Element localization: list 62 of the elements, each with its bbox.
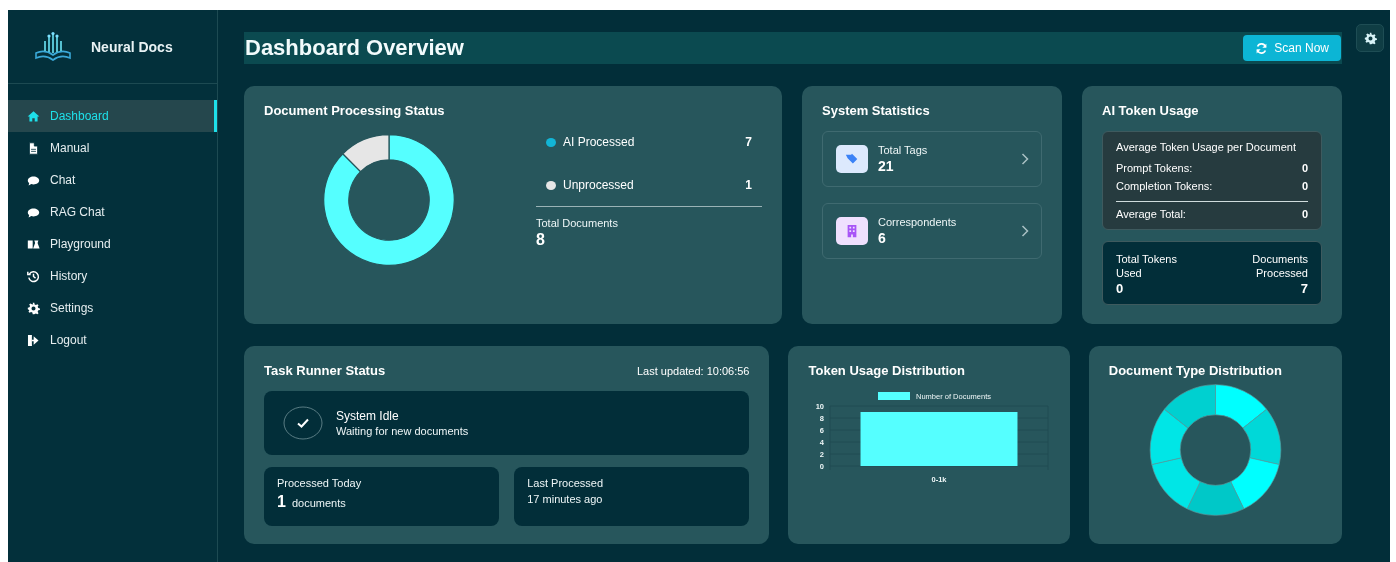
- last-processed-value: 17 minutes ago: [527, 493, 604, 505]
- card-title: AI Token Usage: [1102, 103, 1200, 118]
- document-icon: [27, 141, 40, 155]
- legend-value: 7: [745, 135, 752, 149]
- total-tokens-value: 0: [1116, 282, 1125, 296]
- home-icon: [27, 109, 40, 123]
- sidebar-item[interactable]: Manual: [8, 132, 217, 164]
- chat-bubble-icon: [27, 205, 40, 219]
- settings-button[interactable]: [1356, 24, 1384, 52]
- documents-processed-value: 7: [1300, 282, 1308, 296]
- processed-unit: documents: [291, 497, 346, 509]
- refresh-icon: [1255, 41, 1269, 55]
- sidebar-item[interactable]: History: [8, 260, 217, 292]
- stat-value: 6: [878, 230, 887, 246]
- processed-count: 1: [277, 493, 286, 511]
- total-value: 8: [536, 231, 546, 249]
- settings-icon: [1363, 31, 1377, 45]
- legend-value: 1: [745, 178, 752, 192]
- sidebar-item[interactable]: Chat: [8, 164, 217, 196]
- last-processed-label: Last Processed: [527, 477, 605, 489]
- book-logo-icon: [33, 30, 73, 63]
- token-value: 0: [1301, 180, 1308, 192]
- stat-label: Correspondents: [878, 216, 958, 228]
- history-icon: [27, 269, 40, 283]
- total-tokens-label: Total Tokens Used: [1116, 252, 1178, 280]
- token-value: 0: [1301, 208, 1308, 220]
- sidebar-item[interactable]: Dashboard: [8, 100, 217, 132]
- sidebar-item[interactable]: Playground: [8, 228, 217, 260]
- stat-item[interactable]: Correspondents 6: [822, 203, 1042, 259]
- chevron-right-icon: [1021, 225, 1029, 237]
- check-circle-icon: [283, 406, 323, 440]
- card-title: Document Type Distribution: [1108, 363, 1283, 378]
- card-title: System Statistics: [822, 103, 931, 118]
- token-label: Average Total:: [1116, 208, 1186, 220]
- average-heading: Average Token Usage per Document: [1116, 141, 1297, 153]
- card-title: Document Processing Status: [264, 103, 446, 118]
- settings-icon: [27, 301, 40, 315]
- stat-label: Total Tags: [878, 144, 929, 156]
- token-label: Prompt Tokens:: [1116, 162, 1193, 174]
- documents-processed-label: Documents Processed: [1251, 252, 1308, 280]
- card-title: Task Runner Status: [264, 363, 386, 378]
- stat-value: 21: [878, 158, 895, 174]
- processed-today-label: Processed Today: [277, 477, 363, 489]
- last-updated: Last updated: 10:06:56: [636, 365, 750, 377]
- sidebar-item[interactable]: Logout: [8, 324, 217, 356]
- stat-item[interactable]: Total Tags 21: [822, 131, 1042, 187]
- legend-label: Unprocessed: [563, 178, 635, 192]
- token-value: 0: [1301, 162, 1308, 174]
- total-label: Total Documents: [536, 217, 619, 229]
- chevron-right-icon: [1021, 153, 1029, 165]
- flask-icon: [27, 237, 40, 251]
- page-title: Dashboard Overview: [244, 35, 464, 61]
- sidebar-item[interactable]: RAG Chat: [8, 196, 217, 228]
- card-title: Token Usage Distribution: [808, 363, 966, 378]
- logout-icon: [27, 333, 40, 347]
- status-title: System Idle: [336, 409, 400, 423]
- brand-name: Neural Docs: [91, 38, 173, 55]
- chat-bubble-icon: [27, 173, 40, 187]
- legend-label: AI Processed: [563, 135, 636, 149]
- status-text: Waiting for new documents: [336, 425, 469, 437]
- token-label: Completion Tokens:: [1116, 180, 1213, 192]
- sidebar-item[interactable]: Settings: [8, 292, 217, 324]
